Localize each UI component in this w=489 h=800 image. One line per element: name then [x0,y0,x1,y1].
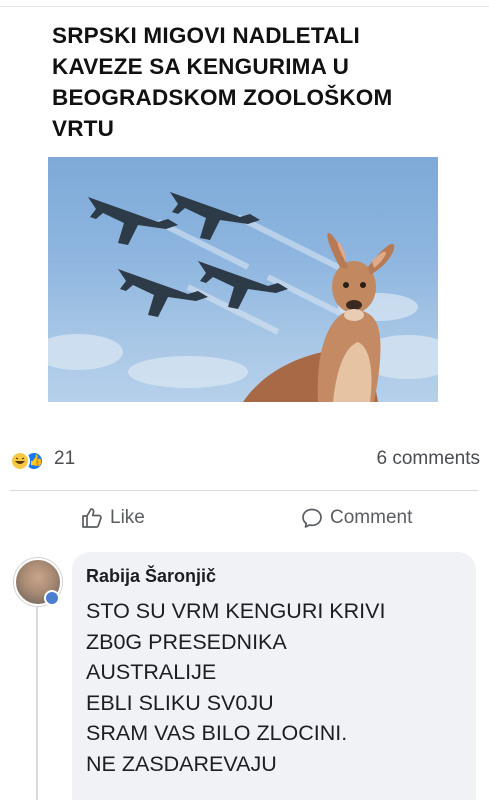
jets-and-kangaroo-illustration [48,192,438,402]
reaction-icons[interactable]: 👍 [10,450,54,472]
actions-divider [10,490,478,491]
like-button[interactable]: Like [80,504,145,532]
reaction-stats: 👍 21 6 comments [10,448,480,474]
comments-count[interactable]: 6 comments [377,448,480,470]
top-divider [0,6,489,7]
post-headline: SRPSKI MIGOVI NADLETALI KAVEZE SA KENGUR… [52,23,393,141]
thumbs-up-icon [82,508,102,528]
post-image[interactable] [48,157,438,402]
speech-bubble-icon [302,508,322,528]
comment-text: STO SU VRM KENGURI KRIVI ZB0G PRESEDNIKA… [86,599,386,776]
comment-label: Comment [330,507,413,528]
like-label: Like [110,507,145,528]
badge-icon [44,590,60,606]
reaction-count[interactable]: 21 [54,448,75,470]
comment-author[interactable]: Rabija Šaronjič [86,566,216,587]
haha-icon [10,451,30,471]
thread-line [36,606,38,800]
comment-button[interactable]: Comment [300,504,412,532]
comment-bubble: Rabija Šaronjič STO SU VRM KENGURI KRIVI… [72,552,476,800]
